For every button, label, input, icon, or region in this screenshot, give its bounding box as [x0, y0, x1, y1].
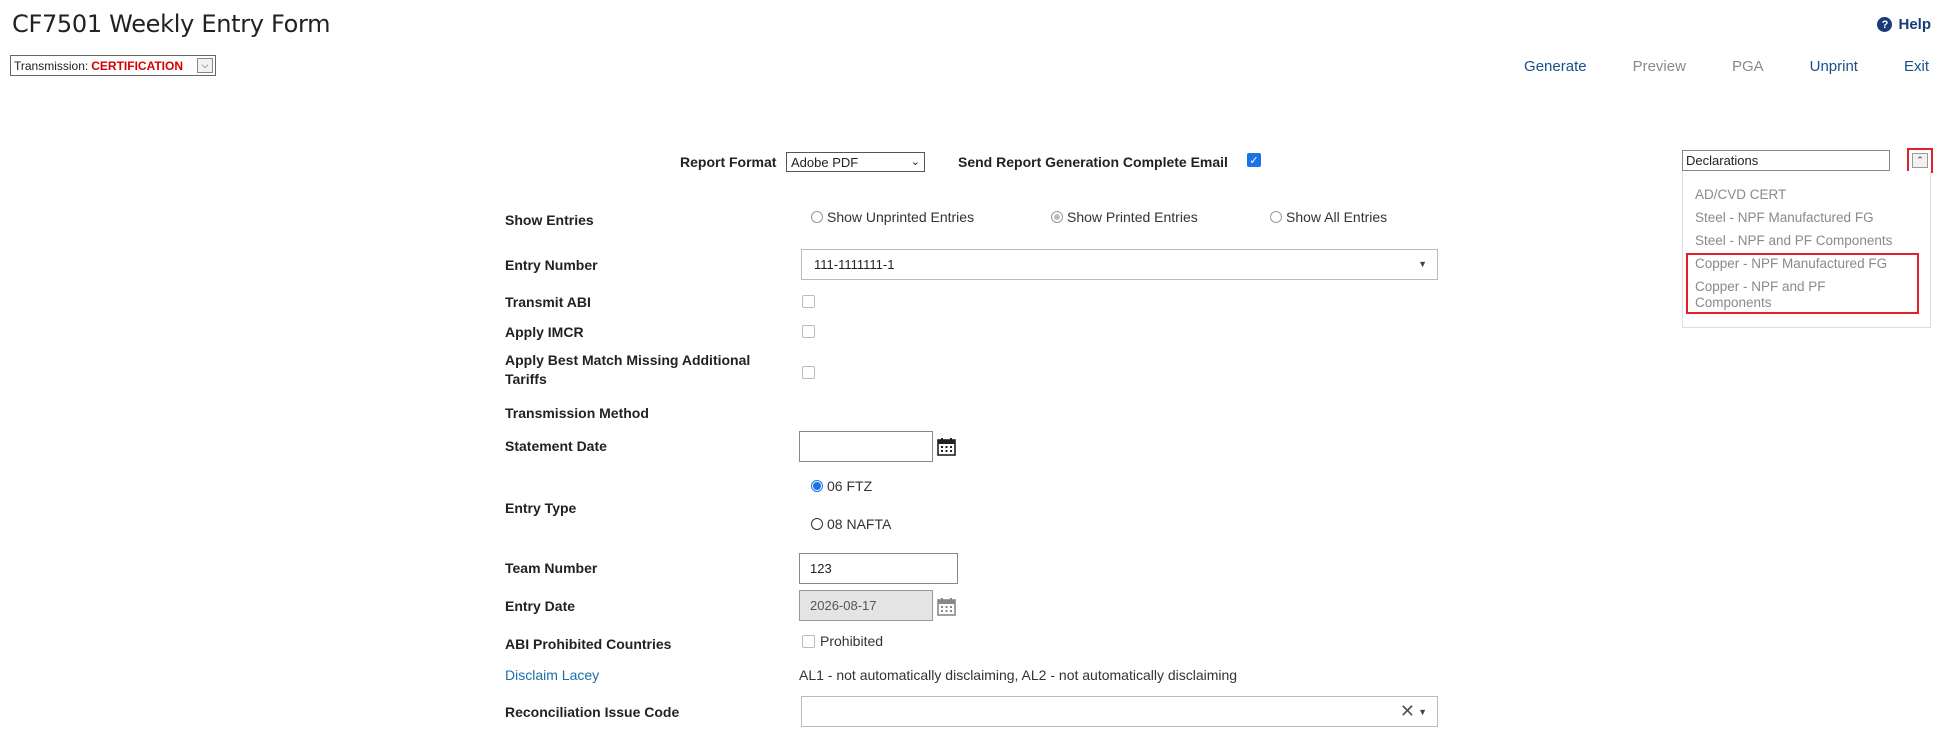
email-label: Send Report Generation Complete Email: [958, 154, 1228, 170]
radio-entry-type-ftz[interactable]: 06 FTZ: [811, 478, 872, 494]
radio-label: Show All Entries: [1286, 209, 1388, 225]
apply-best-match-label: Apply Best Match Missing Additional Tari…: [505, 352, 750, 387]
transmission-method-label: Transmission Method: [505, 405, 649, 421]
declarations-select[interactable]: Declarations: [1682, 150, 1890, 171]
radio-button[interactable]: [811, 211, 823, 223]
highlight-box: [1686, 253, 1919, 314]
apply-best-match-checkbox[interactable]: [802, 366, 815, 379]
chevron-up-icon: ⌃: [1912, 153, 1928, 168]
chevron-down-icon: ⌄: [910, 156, 920, 168]
pga-button[interactable]: PGA: [1732, 58, 1764, 75]
radio-button[interactable]: [811, 480, 823, 492]
apply-best-match-label-line1: Apply Best Match Missing Additional: [505, 352, 751, 368]
preview-button[interactable]: Preview: [1633, 58, 1686, 75]
radio-show-unprinted[interactable]: Show Unprinted Entries: [811, 209, 974, 225]
apply-best-match-label-line2: Tariffs: [505, 371, 547, 387]
entry-number-label: Entry Number: [505, 257, 598, 273]
entry-number-select[interactable]: 111-1111111-1 ▼: [801, 249, 1438, 280]
report-format-value: Adobe PDF: [791, 154, 859, 170]
email-checkbox[interactable]: ✓: [1247, 153, 1261, 167]
caret-down-icon: ▼: [1418, 259, 1427, 269]
transmit-abi-checkbox[interactable]: [802, 295, 815, 308]
declarations-item[interactable]: Steel - NPF and PF Components: [1695, 233, 1892, 249]
disclaim-lacey-value: AL1 - not automatically disclaiming, AL2…: [799, 667, 1238, 683]
radio-button[interactable]: [1051, 211, 1063, 223]
apply-imcr-label: Apply IMCR: [505, 324, 584, 340]
clear-icon[interactable]: ✕: [1400, 701, 1415, 722]
caret-down-icon[interactable]: ▼: [1418, 707, 1427, 717]
calendar-icon[interactable]: [937, 438, 956, 459]
radio-label: Show Printed Entries: [1067, 209, 1198, 225]
radio-label: Show Unprinted Entries: [827, 209, 975, 225]
radio-entry-type-nafta[interactable]: 08 NAFTA: [811, 516, 891, 532]
declarations-item[interactable]: Steel - NPF Manufactured FG: [1695, 210, 1874, 226]
radio-show-all[interactable]: Show All Entries: [1270, 209, 1387, 225]
calendar-icon: [937, 598, 956, 619]
radio-button[interactable]: [811, 518, 823, 530]
radio-label: 06 FTZ: [827, 478, 873, 494]
radio-label: 08 NAFTA: [827, 516, 892, 532]
abi-prohibited-label: ABI Prohibited Countries: [505, 636, 672, 652]
team-number-input[interactable]: 123: [799, 553, 958, 584]
top-actions: Generate Preview PGA Unprint Exit: [1524, 58, 1929, 75]
help-icon: ?: [1877, 17, 1893, 32]
show-entries-label: Show Entries: [505, 212, 594, 228]
page-title: CF7501 Weekly Entry Form: [12, 10, 331, 38]
statement-date-input[interactable]: [799, 431, 933, 462]
chevron-down-icon[interactable]: ⌵: [197, 58, 213, 73]
team-number-label: Team Number: [505, 560, 598, 576]
entry-number-value: 111-1111111-1: [814, 257, 895, 272]
declarations-item[interactable]: AD/CVD CERT: [1695, 187, 1786, 203]
transmission-select[interactable]: Transmission: CERTIFICATION ⌵: [10, 55, 216, 76]
radio-button[interactable]: [1270, 211, 1282, 223]
prohibited-label: Prohibited: [820, 633, 884, 649]
recon-issue-select[interactable]: ✕ ▼: [801, 696, 1438, 727]
exit-button[interactable]: Exit: [1904, 58, 1929, 75]
disclaim-lacey-link[interactable]: Disclaim Lacey: [505, 667, 599, 683]
help-link[interactable]: ? Help: [1877, 16, 1931, 33]
transmission-value: CERTIFICATION: [91, 58, 184, 73]
check-icon: ✓: [1249, 154, 1259, 167]
generate-button[interactable]: Generate: [1524, 58, 1587, 75]
apply-imcr-checkbox[interactable]: [802, 325, 815, 338]
transmission-label: Transmission:: [14, 58, 89, 73]
declarations-header: Declarations: [1686, 153, 1759, 168]
transmit-abi-label: Transmit ABI: [505, 294, 591, 310]
statement-date-label: Statement Date: [505, 438, 607, 454]
declarations-toggle-button[interactable]: ⌃: [1907, 148, 1933, 173]
help-label: Help: [1898, 16, 1931, 33]
report-format-label: Report Format: [680, 154, 777, 170]
unprint-button[interactable]: Unprint: [1810, 58, 1858, 75]
radio-show-printed[interactable]: Show Printed Entries: [1051, 209, 1198, 225]
prohibited-option[interactable]: Prohibited: [802, 633, 883, 649]
entry-date-input: 2026-08-17: [799, 590, 933, 621]
entry-type-label: Entry Type: [505, 500, 577, 516]
entry-date-label: Entry Date: [505, 598, 576, 614]
recon-issue-label: Reconciliation Issue Code: [505, 704, 680, 720]
report-format-select[interactable]: Adobe PDF ⌄: [786, 152, 925, 172]
prohibited-checkbox[interactable]: [802, 634, 815, 648]
